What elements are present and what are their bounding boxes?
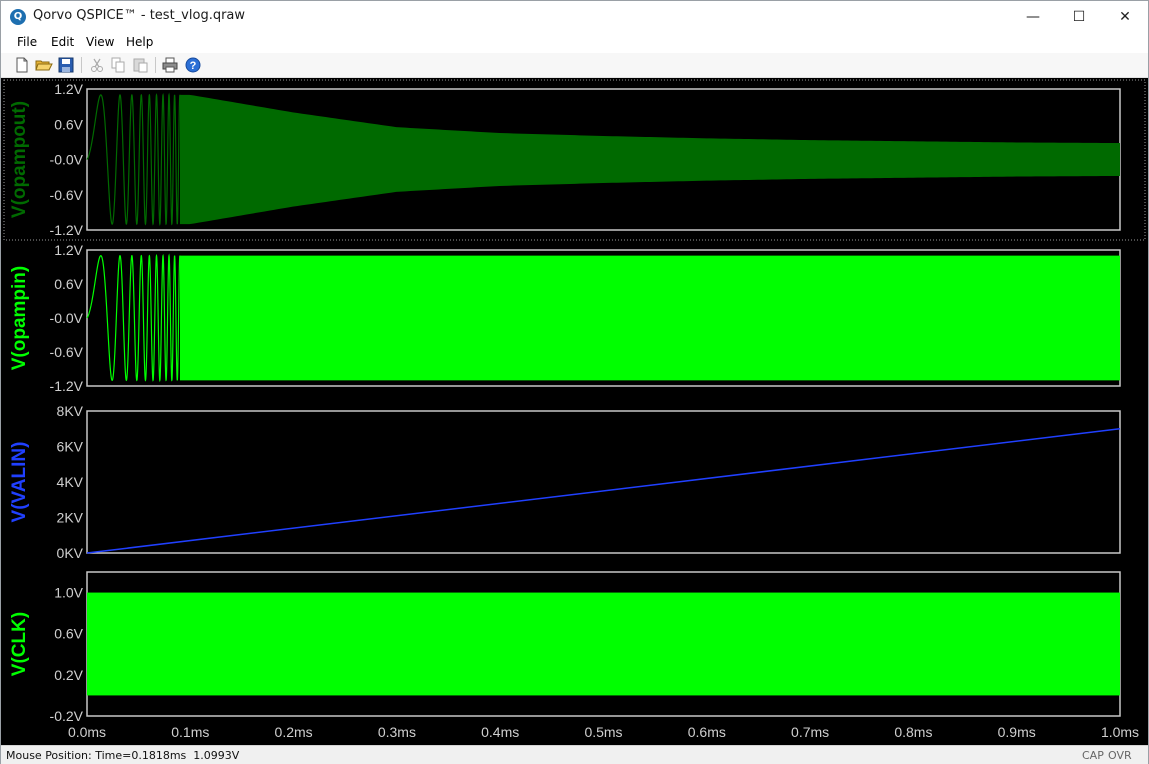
new-file-icon[interactable] xyxy=(13,56,31,74)
y-axis-label: V(VALIN) xyxy=(9,442,30,523)
menu-bar: File Edit View Help xyxy=(1,32,1148,53)
y-tick-label: -0.0V xyxy=(50,152,84,168)
toolbar-separator xyxy=(155,57,156,73)
y-tick-label: -1.2V xyxy=(50,378,84,394)
minimize-button[interactable]: — xyxy=(1010,1,1056,32)
y-axis-label: V(opampout) xyxy=(9,101,30,218)
copy-icon[interactable] xyxy=(109,56,127,74)
x-tick-label: 0.5ms xyxy=(584,724,622,740)
maximize-button[interactable]: ☐ xyxy=(1056,1,1102,32)
save-icon[interactable] xyxy=(57,56,75,74)
title-bar[interactable]: Q Qorvo QSPICE™ - test_vlog.qraw — ☐ ✕ xyxy=(1,1,1148,32)
valin-trace xyxy=(86,428,1121,554)
paste-icon[interactable] xyxy=(131,56,149,74)
y-axis-label: V(CLK) xyxy=(9,612,30,676)
y-tick-label: -0.0V xyxy=(50,310,84,326)
y-tick-label: 1.0V xyxy=(54,585,83,601)
y-tick-label: 0.6V xyxy=(54,276,83,292)
menu-help[interactable]: Help xyxy=(126,35,153,49)
y-tick-label: 1.2V xyxy=(54,242,83,258)
mouse-position-readout: Mouse Position: Time=0.1818ms 1.0993V xyxy=(6,749,240,762)
status-bar: Mouse Position: Time=0.1818ms 1.0993V CA… xyxy=(1,745,1148,764)
y-tick-label: 8KV xyxy=(57,403,84,419)
toolbar-separator xyxy=(81,57,82,73)
app-window: Q Qorvo QSPICE™ - test_vlog.qraw — ☐ ✕ F… xyxy=(0,0,1149,764)
menu-file[interactable]: File xyxy=(17,35,37,49)
y-tick-label: 0.6V xyxy=(54,626,83,642)
print-icon[interactable] xyxy=(161,56,179,74)
x-tick-label: 0.4ms xyxy=(481,724,519,740)
svg-text:?: ? xyxy=(190,60,197,72)
close-button[interactable]: ✕ xyxy=(1102,1,1148,32)
window-title: Qorvo QSPICE™ - test_vlog.qraw xyxy=(33,8,246,23)
waveform-plots[interactable]: 1.2V 0.6V -0.0V -0.6V -1.2V V(opampout) 1.2V 0.… xyxy=(1,78,1148,745)
qspice-app-icon: Q xyxy=(10,9,26,25)
y-tick-label: -0.6V xyxy=(50,344,84,360)
caps-lock-indicator: CAP xyxy=(1082,749,1104,762)
x-tick-label: 0.9ms xyxy=(998,724,1036,740)
y-tick-label: -0.2V xyxy=(50,708,84,724)
y-tick-label: 1.2V xyxy=(54,81,83,97)
toolbar: ? xyxy=(1,53,1148,78)
x-tick-label: 0.2ms xyxy=(275,724,313,740)
x-tick-label: 0.6ms xyxy=(688,724,726,740)
x-tick-label: 1.0ms xyxy=(1101,724,1139,740)
y-tick-label: 6KV xyxy=(57,439,84,455)
y-tick-label: 0.2V xyxy=(54,667,83,683)
x-tick-label: 0.7ms xyxy=(791,724,829,740)
minimize-icon: — xyxy=(1026,8,1040,25)
x-tick-label: 0.1ms xyxy=(171,724,209,740)
menu-view[interactable]: View xyxy=(86,35,114,49)
close-icon: ✕ xyxy=(1119,8,1131,25)
clock-band xyxy=(87,592,1120,696)
y-tick-label: -0.6V xyxy=(50,187,84,203)
waveform-viewer[interactable]: 1.2V 0.6V -0.0V -0.6V -1.2V V(opampout) 1.2V 0.… xyxy=(1,78,1148,745)
overwrite-indicator: OVR xyxy=(1108,749,1132,762)
x-tick-label: 0.8ms xyxy=(894,724,932,740)
y-tick-label: -1.2V xyxy=(50,222,84,238)
help-icon[interactable]: ? xyxy=(184,56,202,74)
y-axis-label: V(opampin) xyxy=(9,266,30,371)
y-tick-label: 0KV xyxy=(57,545,84,561)
open-folder-icon[interactable] xyxy=(35,56,53,74)
waveform-trace xyxy=(86,92,181,227)
plot-frame xyxy=(86,410,1121,554)
x-tick-label: 0.0ms xyxy=(68,724,106,740)
waveform-trace xyxy=(86,253,181,383)
cut-icon[interactable] xyxy=(88,56,106,74)
x-tick-label: 0.3ms xyxy=(378,724,416,740)
waveform-envelope xyxy=(179,255,1121,381)
maximize-icon: ☐ xyxy=(1072,8,1086,25)
menu-edit[interactable]: Edit xyxy=(51,35,74,49)
y-tick-label: 0.6V xyxy=(54,116,83,132)
y-tick-label: 2KV xyxy=(57,510,84,526)
waveform-envelope xyxy=(179,94,1121,225)
y-tick-label: 4KV xyxy=(57,474,84,490)
